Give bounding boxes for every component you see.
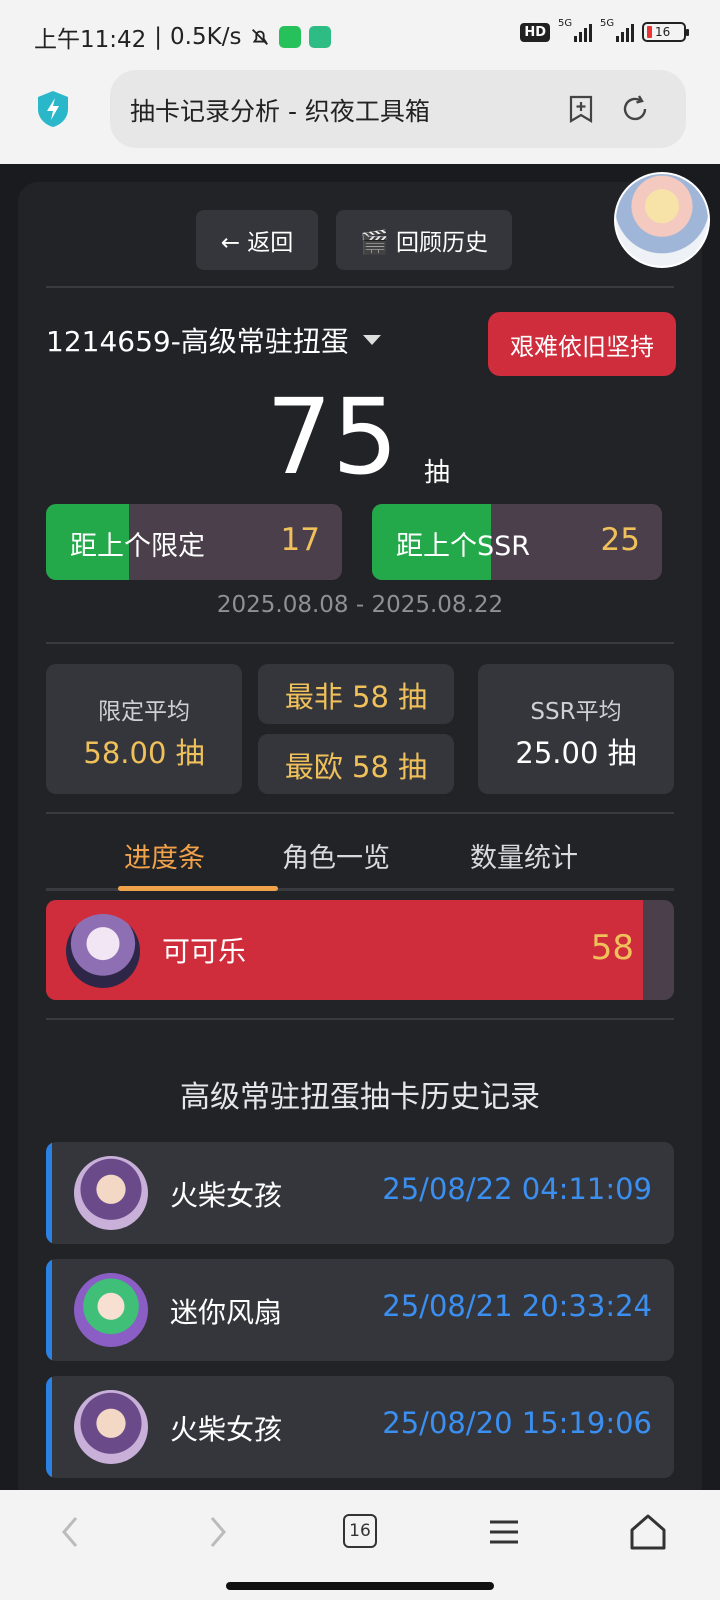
pool-selector[interactable]: 1214659-高级常驻扭蛋	[46, 320, 381, 360]
worst-luck-value: 最非 58 抽	[284, 680, 428, 714]
limited-average-label: 限定平均	[98, 699, 190, 725]
security-app-icon	[309, 26, 332, 48]
tab-statistics[interactable]: 数量统计	[470, 836, 578, 875]
status-separator: |	[154, 24, 163, 50]
back-button[interactable]: ← 返回	[196, 210, 318, 270]
ssr-average-value: 25.00 抽	[515, 736, 637, 770]
since-limited-label: 距上个限定	[70, 531, 205, 562]
status-right: HD 5G 5G 16	[520, 18, 689, 42]
tab-bar: 进度条 角色一览 数量统计	[46, 822, 674, 892]
home-icon[interactable]	[628, 1512, 668, 1552]
character-avatar	[74, 1156, 148, 1230]
tabs-count-button[interactable]: 16	[343, 1514, 377, 1548]
history-row-name: 迷你风扇	[170, 1296, 283, 1329]
menu-icon[interactable]	[484, 1512, 524, 1552]
network-type-2: 5G	[600, 18, 615, 29]
since-limited-value: 17	[280, 522, 320, 558]
best-luck-card: 最欧 58 抽	[258, 734, 454, 794]
divider	[46, 1018, 674, 1020]
ssr-average-card: SSR平均 25.00 抽	[478, 664, 674, 794]
battery-level: 16	[655, 25, 671, 39]
gesture-home-bar[interactable]	[226, 1582, 494, 1590]
ssr-average-label: SSR平均	[530, 699, 622, 725]
status-time: 上午11:42	[34, 27, 147, 53]
gacha-card: ← 返回 🎬 回顾历史 1214659-高级常驻扭蛋 艰难依旧坚持 75 抽 距…	[18, 182, 702, 1490]
tab-active-indicator	[118, 886, 278, 891]
history-row: 火柴女孩 25/08/22 04:11:09	[46, 1142, 674, 1244]
history-row-time: 25/08/22 04:11:09	[382, 1172, 652, 1206]
character-avatar	[74, 1273, 148, 1347]
progress-item: 可可乐 58	[46, 900, 674, 1000]
character-avatar	[74, 1390, 148, 1464]
review-history-button[interactable]: 🎬 回顾历史	[336, 210, 512, 270]
page-title: 抽卡记录分析 - 织夜工具箱	[130, 97, 430, 126]
history-row-name: 火柴女孩	[170, 1413, 283, 1446]
history-row-time: 25/08/20 15:19:06	[382, 1406, 652, 1440]
history-row: 火柴女孩 25/08/20 15:19:06	[46, 1376, 674, 1478]
forward-arrow-icon[interactable]	[196, 1512, 236, 1552]
history-title: 高级常驻扭蛋抽卡历史记录	[180, 1080, 540, 1115]
limited-average-card: 限定平均 58.00 抽	[46, 664, 242, 794]
hd-voice-icon: HD	[520, 22, 550, 42]
total-pulls: 75	[266, 376, 399, 498]
since-ssr-label: 距上个SSR	[396, 531, 531, 562]
divider	[46, 286, 674, 288]
signal-icon-2: 5G	[600, 18, 634, 42]
best-luck-value: 最欧 58 抽	[284, 750, 428, 784]
tab-progress[interactable]: 进度条	[124, 836, 205, 875]
since-ssr-bar: 距上个SSR 25	[372, 504, 662, 580]
status-speed: 0.5K/s	[170, 24, 242, 50]
bookmark-add-icon[interactable]	[566, 94, 596, 124]
row-accent	[46, 1376, 52, 1478]
limited-average-value: 58.00 抽	[83, 736, 205, 770]
divider	[46, 642, 674, 644]
progress-item-value: 58	[590, 928, 634, 968]
user-avatar[interactable]	[614, 172, 710, 268]
worst-luck-card: 最非 58 抽	[258, 664, 454, 724]
browser-nav-bar: 16	[0, 1490, 720, 1600]
luck-badge: 艰难依旧坚持	[488, 312, 676, 376]
status-bar: 上午11:42 | 0.5K/s HD 5G 5G 16	[0, 0, 720, 70]
row-accent	[46, 1142, 52, 1244]
history-row-name: 火柴女孩	[170, 1179, 283, 1212]
back-arrow-icon[interactable]	[52, 1512, 92, 1552]
address-bar[interactable]: 抽卡记录分析 - 织夜工具箱	[110, 70, 686, 148]
date-range: 2025.08.08 - 2025.08.22	[216, 592, 504, 618]
tab-characters[interactable]: 角色一览	[282, 836, 390, 875]
wechat-icon	[279, 26, 302, 48]
pool-title: 1214659-高级常驻扭蛋	[46, 325, 349, 358]
progress-item-name: 可可乐	[162, 935, 247, 968]
security-shield-icon[interactable]	[36, 89, 70, 129]
network-type-1: 5G	[558, 18, 573, 29]
bell-muted-icon	[252, 29, 269, 45]
refresh-icon[interactable]	[620, 94, 650, 124]
caret-down-icon	[362, 335, 381, 345]
divider	[46, 812, 674, 814]
since-ssr-value: 25	[600, 522, 640, 558]
row-accent	[46, 1259, 52, 1361]
history-row: 迷你风扇 25/08/21 20:33:24	[46, 1259, 674, 1361]
battery-icon: 16	[642, 22, 689, 42]
total-pulls-unit: 抽	[424, 458, 451, 488]
signal-icon-1: 5G	[558, 18, 592, 42]
character-avatar	[66, 914, 140, 988]
history-row-time: 25/08/21 20:33:24	[382, 1289, 652, 1323]
since-limited-bar: 距上个限定 17	[46, 504, 342, 580]
browser-toolbar: 抽卡记录分析 - 织夜工具箱	[0, 70, 720, 164]
web-page: ← 返回 🎬 回顾历史 1214659-高级常驻扭蛋 艰难依旧坚持 75 抽 距…	[0, 164, 720, 1490]
status-left: 上午11:42 | 0.5K/s	[34, 20, 332, 54]
